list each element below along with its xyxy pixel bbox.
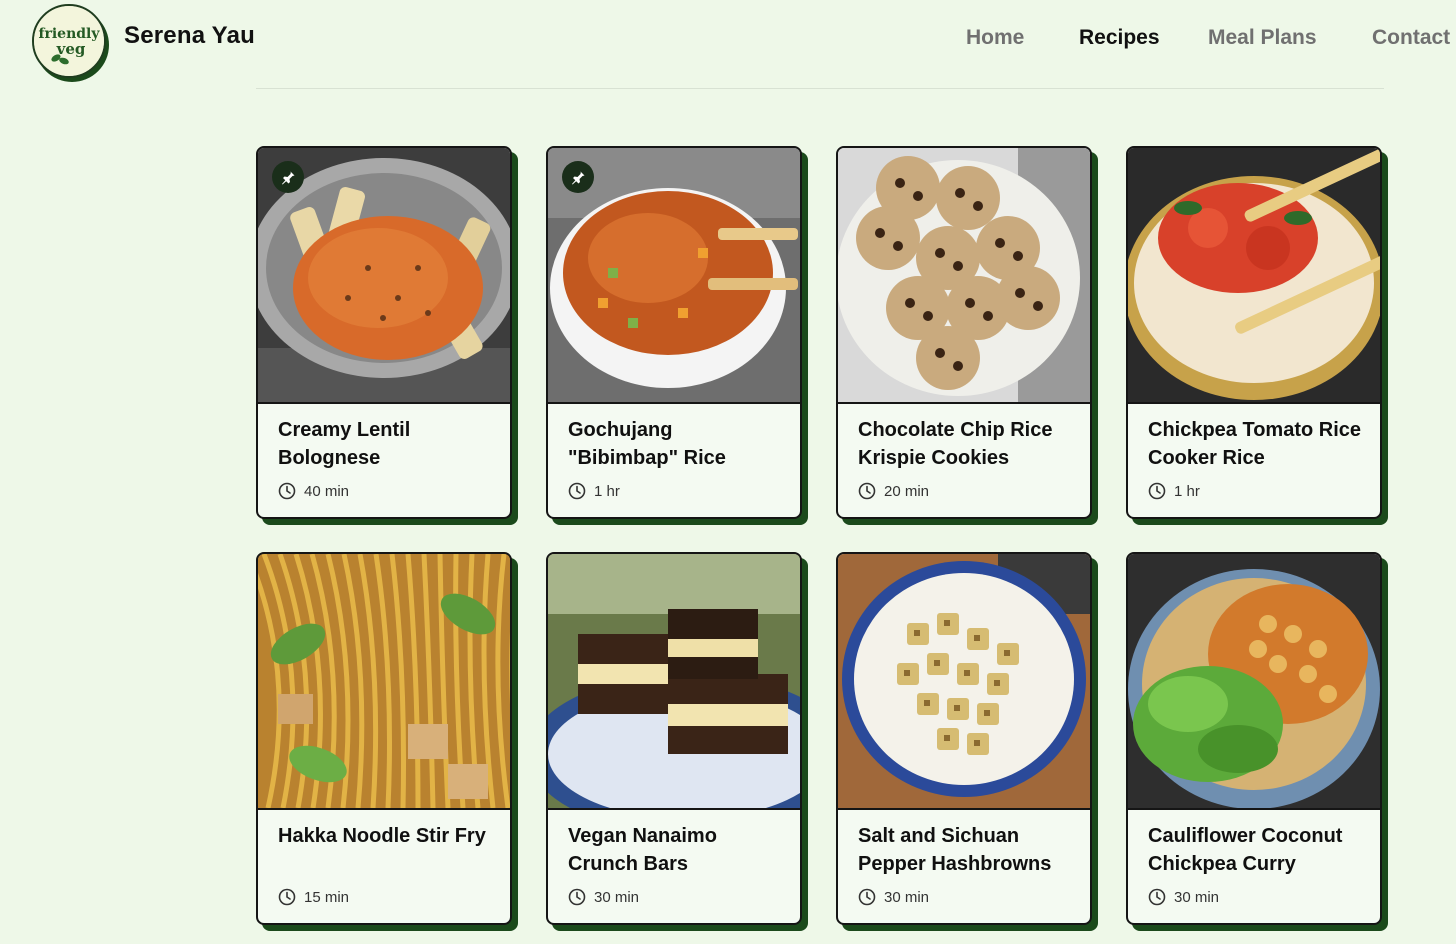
recipe-time-label: 30 min	[1174, 888, 1220, 906]
recipe-time-label: 40 min	[304, 482, 350, 500]
pin-icon	[272, 161, 304, 193]
clock-icon	[568, 888, 586, 906]
recipe-time: 40 min	[278, 482, 349, 500]
recipe-time-label: 1 hr	[594, 482, 620, 500]
nav-home[interactable]: Home	[966, 26, 1024, 50]
recipe-time: 20 min	[858, 482, 929, 500]
nanaimo-bars-image	[548, 554, 800, 808]
clock-icon	[858, 888, 876, 906]
header-divider	[256, 88, 1384, 89]
recipe-time-label: 15 min	[304, 888, 350, 906]
recipe-card[interactable]: Creamy Lentil Bolognese 40 min	[256, 146, 512, 519]
clock-icon	[1148, 888, 1166, 906]
cookies-plate-image	[838, 148, 1090, 402]
pin-icon	[562, 161, 594, 193]
chickpea-curry-image	[1128, 554, 1380, 808]
recipe-grid: Creamy Lentil Bolognese 40 min Gochujang…	[256, 146, 1390, 944]
tomato-rice-bowl-image	[1128, 148, 1380, 402]
recipe-image[interactable]	[838, 148, 1090, 404]
recipe-time: 1 hr	[568, 482, 620, 500]
clock-icon	[278, 482, 296, 500]
clock-icon	[568, 482, 586, 500]
recipe-time: 1 hr	[1148, 482, 1200, 500]
recipe-image[interactable]	[1128, 554, 1380, 810]
recipe-card[interactable]: Salt and Sichuan Pepper Hashbrowns 30 mi…	[836, 552, 1092, 925]
clock-icon	[278, 888, 296, 906]
recipe-title[interactable]: Vegan Nanaimo Crunch Bars	[568, 822, 788, 878]
recipe-card[interactable]: Chickpea Tomato Rice Cooker Rice 1 hr	[1126, 146, 1382, 519]
recipe-image[interactable]	[258, 554, 510, 810]
recipe-time-label: 20 min	[884, 482, 930, 500]
recipe-title[interactable]: Chickpea Tomato Rice Cooker Rice	[1148, 416, 1368, 472]
recipe-card[interactable]: Hakka Noodle Stir Fry 15 min	[256, 552, 512, 925]
recipe-time: 30 min	[1148, 888, 1219, 906]
recipe-image[interactable]	[548, 554, 800, 810]
recipe-image[interactable]	[838, 554, 1090, 810]
recipe-card[interactable]: Vegan Nanaimo Crunch Bars 30 min	[546, 552, 802, 925]
recipe-title[interactable]: Salt and Sichuan Pepper Hashbrowns	[858, 822, 1078, 878]
nav-contact[interactable]: Contact	[1372, 26, 1450, 50]
recipe-time: 15 min	[278, 888, 349, 906]
recipe-time-label: 30 min	[594, 888, 640, 906]
recipe-title[interactable]: Gochujang "Bibimbap" Rice	[568, 416, 788, 472]
recipe-time: 30 min	[568, 888, 639, 906]
nav-recipes[interactable]: Recipes	[1079, 26, 1160, 50]
recipe-card[interactable]: Gochujang "Bibimbap" Rice 1 hr	[546, 146, 802, 519]
recipe-title[interactable]: Creamy Lentil Bolognese	[278, 416, 498, 472]
main-nav: Home Recipes Meal Plans Contact	[0, 26, 1456, 56]
clock-icon	[858, 482, 876, 500]
site-header: friendly veg Serena Yau Home Recipes Meal …	[0, 0, 1456, 89]
recipe-time-label: 30 min	[884, 888, 930, 906]
clock-icon	[1148, 482, 1166, 500]
recipe-card[interactable]: Cauliflower Coconut Chickpea Curry 30 mi…	[1126, 552, 1382, 925]
recipe-title[interactable]: Chocolate Chip Rice Krispie Cookies	[858, 416, 1078, 472]
recipe-image[interactable]	[1128, 148, 1380, 404]
recipe-time-label: 1 hr	[1174, 482, 1200, 500]
hashbrowns-bowl-image	[838, 554, 1090, 808]
recipe-title[interactable]: Hakka Noodle Stir Fry	[278, 822, 498, 850]
recipe-time: 30 min	[858, 888, 929, 906]
recipe-card[interactable]: Chocolate Chip Rice Krispie Cookies 20 m…	[836, 146, 1092, 519]
recipe-title[interactable]: Cauliflower Coconut Chickpea Curry	[1148, 822, 1368, 878]
noodle-stir-fry-image	[258, 554, 510, 808]
nav-meal-plans[interactable]: Meal Plans	[1208, 26, 1317, 50]
